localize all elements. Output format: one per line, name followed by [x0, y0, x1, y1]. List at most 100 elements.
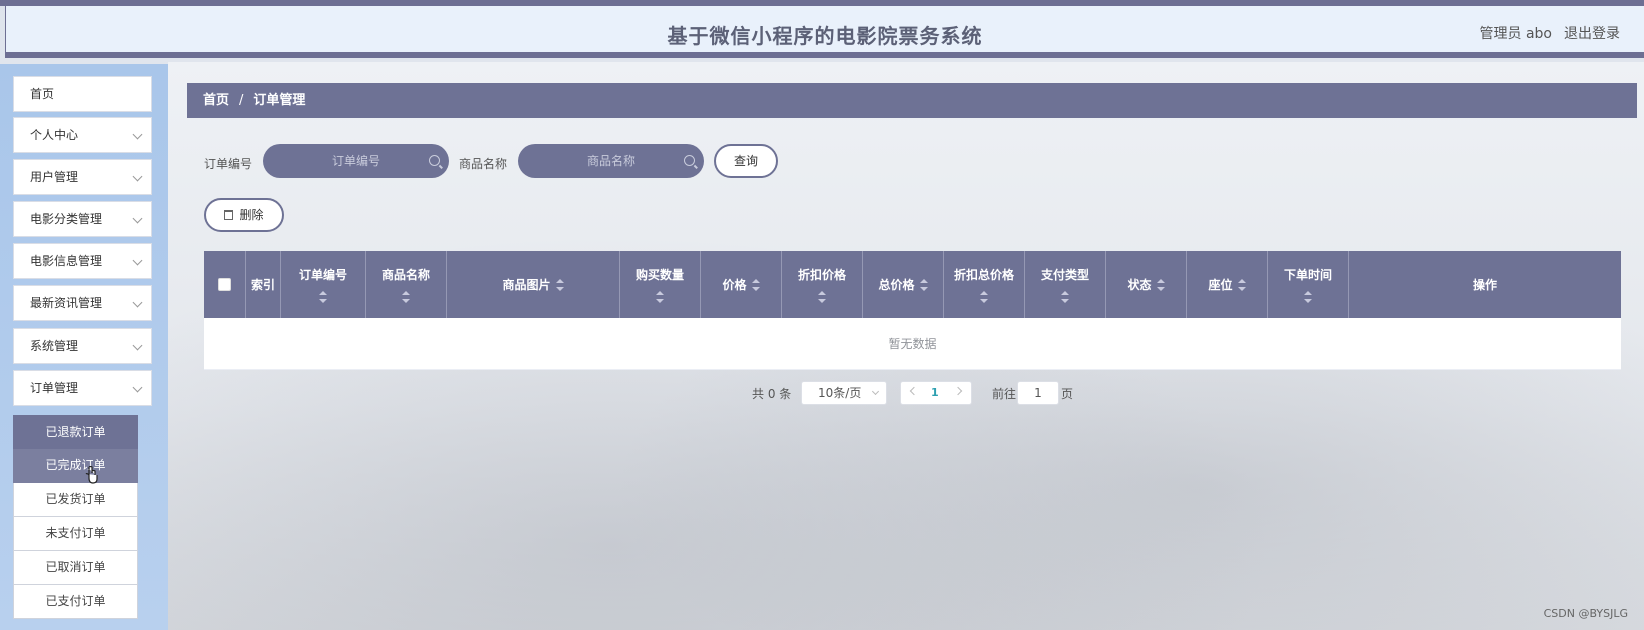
pagination: 共 0 条 10条/页 1 前往 页 [0, 381, 1644, 405]
goto-label: 前往 [992, 387, 1017, 401]
page-title: 基于微信小程序的电影院票务系统 [667, 24, 983, 48]
breadcrumb: 首页 / 订单管理 [187, 83, 1637, 118]
column-label: 索引 [250, 278, 275, 292]
sort-icon[interactable] [1061, 291, 1069, 303]
sidebar-item-system[interactable]: 系统管理 [13, 328, 152, 364]
sidebar-item-news[interactable]: 最新资讯管理 [13, 285, 152, 321]
column-label: 座位 [1208, 278, 1233, 292]
sidebar-item-label: 电影分类管理 [30, 212, 103, 226]
hand-cursor-icon [85, 466, 98, 484]
chevron-down-icon [132, 129, 143, 140]
column-label: 订单编号 [298, 268, 347, 282]
search-icon [429, 155, 440, 166]
submenu-unpaid-orders[interactable]: 未支付订单 [13, 517, 138, 551]
chevron-down-icon [132, 255, 143, 266]
column-order-no[interactable]: 订单编号 [281, 251, 366, 318]
sort-icon[interactable] [1156, 278, 1165, 291]
submenu-paid-orders[interactable]: 已支付订单 [13, 585, 138, 619]
column-seat[interactable]: 座位 [1187, 251, 1268, 318]
sort-icon[interactable] [980, 291, 988, 303]
product-name-input[interactable] [518, 144, 704, 178]
sidebar-item-label: 个人中心 [30, 128, 79, 142]
column-label: 操作 [1472, 278, 1497, 292]
column-order-time[interactable]: 下单时间 [1268, 251, 1349, 318]
chevron-down-icon [871, 387, 880, 396]
order-no-label: 订单编号 [204, 157, 253, 171]
goto-page-input[interactable] [1017, 381, 1059, 405]
page-size-select[interactable]: 10条/页 [801, 381, 887, 405]
select-all-cell [204, 251, 246, 318]
submenu-shipped-orders[interactable]: 已发货订单 [13, 483, 138, 517]
pagination-total: 共 0 条 [752, 387, 792, 401]
column-label: 支付类型 [1040, 268, 1089, 282]
column-actions: 操作 [1349, 251, 1621, 318]
sort-icon[interactable] [751, 278, 760, 291]
sidebar-item-users[interactable]: 用户管理 [13, 159, 152, 195]
chevron-down-icon [132, 213, 143, 224]
sidebar-item-profile[interactable]: 个人中心 [13, 117, 152, 153]
sidebar: 首页 个人中心 用户管理 电影分类管理 电影信息管理 最新资讯管理 系统管理 订… [0, 64, 168, 630]
current-user-label: 管理员 abo [1479, 26, 1552, 42]
breadcrumb-home[interactable]: 首页 [203, 93, 229, 108]
chevron-down-icon [132, 297, 143, 308]
orders-table: 索引 订单编号 商品名称 商品图片 购买数量 价格 折扣价格 总价格 折扣总价格… [204, 251, 1621, 370]
query-button-label: 查询 [733, 154, 758, 168]
sort-icon[interactable] [656, 291, 664, 303]
sort-icon[interactable] [402, 291, 410, 303]
sidebar-item-movie-categories[interactable]: 电影分类管理 [13, 201, 152, 237]
column-label: 购买数量 [635, 268, 684, 282]
sort-icon[interactable] [919, 278, 928, 291]
sidebar-item-label: 用户管理 [30, 170, 79, 184]
chevron-right-icon[interactable] [953, 386, 963, 396]
column-payment-type[interactable]: 支付类型 [1025, 251, 1106, 318]
sort-icon[interactable] [319, 291, 327, 303]
order-no-input[interactable] [263, 144, 449, 178]
column-label: 价格 [722, 278, 747, 292]
query-button[interactable]: 查询 [714, 144, 778, 178]
pager: 1 [900, 381, 972, 405]
delete-button[interactable]: 删除 [204, 198, 284, 232]
column-label: 总价格 [878, 278, 915, 292]
header-bar: 基于微信小程序的电影院票务系统 管理员 abo 退出登录 [5, 6, 1644, 58]
column-quantity[interactable]: 购买数量 [620, 251, 701, 318]
sidebar-item-label: 系统管理 [30, 339, 79, 353]
column-label: 状态 [1127, 278, 1152, 292]
submenu-cancelled-orders[interactable]: 已取消订单 [13, 551, 138, 585]
logout-link[interactable]: 退出登录 [1564, 23, 1620, 43]
sort-icon[interactable] [555, 278, 564, 291]
sort-icon[interactable] [1304, 291, 1312, 303]
column-price[interactable]: 价格 [701, 251, 782, 318]
search-icon [684, 155, 695, 166]
trash-icon [224, 210, 234, 220]
sidebar-item-label: 电影信息管理 [30, 254, 103, 268]
column-label: 商品图片 [502, 278, 551, 292]
watermark: CSDN @BYSJLG [1543, 607, 1628, 620]
chevron-down-icon [132, 340, 143, 351]
chevron-down-icon [132, 171, 143, 182]
column-product-image[interactable]: 商品图片 [447, 251, 620, 318]
sort-icon[interactable] [1237, 278, 1246, 291]
column-status[interactable]: 状态 [1106, 251, 1187, 318]
sidebar-item-home[interactable]: 首页 [13, 76, 152, 112]
column-total-price[interactable]: 总价格 [863, 251, 944, 318]
page-size-value: 10条/页 [818, 386, 862, 400]
submenu-refunded-orders[interactable]: 已退款订单 [13, 415, 138, 449]
sidebar-item-movie-info[interactable]: 电影信息管理 [13, 243, 152, 279]
column-label: 商品名称 [381, 268, 430, 282]
column-label: 折扣价格 [797, 268, 846, 282]
page-suffix-label: 页 [1061, 387, 1074, 401]
empty-table-message: 暂无数据 [204, 318, 1621, 370]
column-label: 折扣总价格 [953, 268, 1014, 282]
column-product-name[interactable]: 商品名称 [366, 251, 447, 318]
column-discount-total[interactable]: 折扣总价格 [944, 251, 1025, 318]
page-number-current[interactable]: 1 [931, 386, 939, 399]
column-discount-price[interactable]: 折扣价格 [782, 251, 863, 318]
sidebar-item-label: 最新资讯管理 [30, 296, 103, 310]
submenu-completed-orders[interactable]: 已完成订单 [13, 449, 138, 483]
select-all-checkbox[interactable] [218, 278, 231, 291]
sort-icon[interactable] [818, 291, 826, 303]
column-index: 索引 [246, 251, 281, 318]
breadcrumb-current: 订单管理 [253, 93, 306, 108]
chevron-left-icon[interactable] [909, 386, 919, 396]
breadcrumb-separator: / [239, 93, 244, 108]
